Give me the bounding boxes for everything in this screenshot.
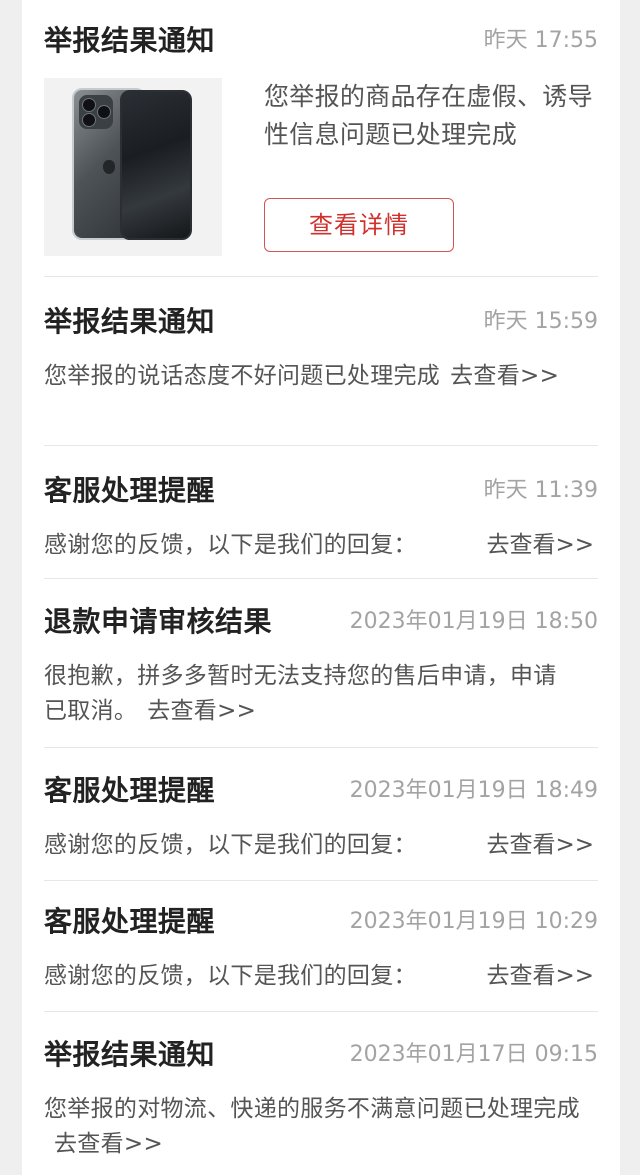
apple-logo-icon [103,160,115,174]
notification-time: 2023年01月19日 10:29 [349,909,598,934]
view-link[interactable]: 去查看>> [486,528,594,563]
notification-item[interactable]: 客服处理提醒 2023年01月19日 10:29 感谢您的反馈，以下是我们的回复… [44,881,598,1011]
notification-body: 您举报的商品存在虚假、诱导性信息问题已处理完成 [264,78,604,154]
notification-time: 昨天 15:59 [483,309,598,334]
notification-item[interactable]: 客服处理提醒 昨天 11:39 感谢您的反馈，以下是我们的回复： 去查看>> [44,446,598,578]
notification-body-text: 感谢您的反馈，以下是我们的回复： [44,832,417,858]
notification-item[interactable]: 举报结果通知 昨天 15:59 您举报的说话态度不好问题已处理完成 去查看>> [44,277,598,445]
product-image[interactable] [44,78,222,256]
notification-body-text: 感谢您的反馈，以下是我们的回复： [44,532,417,558]
notification-body-text: 感谢您的反馈，以下是我们的回复： [44,963,417,989]
notification-title: 举报结果通知 [44,24,216,57]
notification-body-text: 您举报的对物流、快递的服务不满意问题已处理完成 [44,1096,580,1122]
view-link[interactable]: 去查看>> [486,828,594,863]
view-link[interactable]: 去查看>> [147,698,256,724]
notification-body: 您举报的说话态度不好问题已处理完成 去查看>> [44,359,598,394]
view-link[interactable]: 去查看>> [486,959,594,994]
notification-body: 很抱歉，拼多多暂时无法支持您的售后申请，申请已取消。 去查看>> [44,659,574,729]
view-link[interactable]: 去查看>> [54,1131,163,1157]
phone-front-image [120,90,192,240]
notification-time: 2023年01月19日 18:49 [349,778,598,803]
notification-title: 客服处理提醒 [44,905,216,938]
notification-title: 客服处理提醒 [44,774,216,807]
notification-item[interactable]: 举报结果通知 昨天 17:55 您举报的商品存在虚假、诱导性信息问题已处理完成 … [44,0,598,276]
notification-item[interactable]: 退款申请审核结果 2023年01月19日 18:50 很抱歉，拼多多暂时无法支持… [44,579,598,747]
notification-time: 2023年01月17日 09:15 [349,1042,598,1067]
notification-body: 您举报的对物流、快递的服务不满意问题已处理完成去查看>> [44,1092,584,1162]
notification-title: 客服处理提醒 [44,474,216,507]
camera-module [79,95,113,129]
notification-time: 昨天 17:55 [483,28,598,53]
notification-title: 举报结果通知 [44,1038,216,1071]
notification-time: 2023年01月19日 18:50 [349,609,598,634]
notification-time: 昨天 11:39 [483,478,598,503]
notification-body-text: 您举报的商品存在虚假、诱导性信息问题已处理完成 [264,82,593,149]
notification-body-text: 很抱歉，拼多多暂时无法支持您的售后申请，申请已取消。 [44,663,557,724]
notification-body-text: 您举报的说话态度不好问题已处理完成 [44,363,441,389]
view-link[interactable]: 去查看>> [450,363,559,389]
notification-title: 举报结果通知 [44,305,216,338]
view-details-button[interactable]: 查看详情 [264,198,454,252]
notification-item[interactable]: 举报结果通知 2023年01月17日 09:15 您举报的对物流、快递的服务不满… [44,1012,598,1175]
notification-card: 举报结果通知 昨天 17:55 您举报的商品存在虚假、诱导性信息问题已处理完成 … [22,0,620,1175]
notification-title: 退款申请审核结果 [44,605,273,638]
notification-item[interactable]: 客服处理提醒 2023年01月19日 18:49 感谢您的反馈，以下是我们的回复… [44,748,598,880]
